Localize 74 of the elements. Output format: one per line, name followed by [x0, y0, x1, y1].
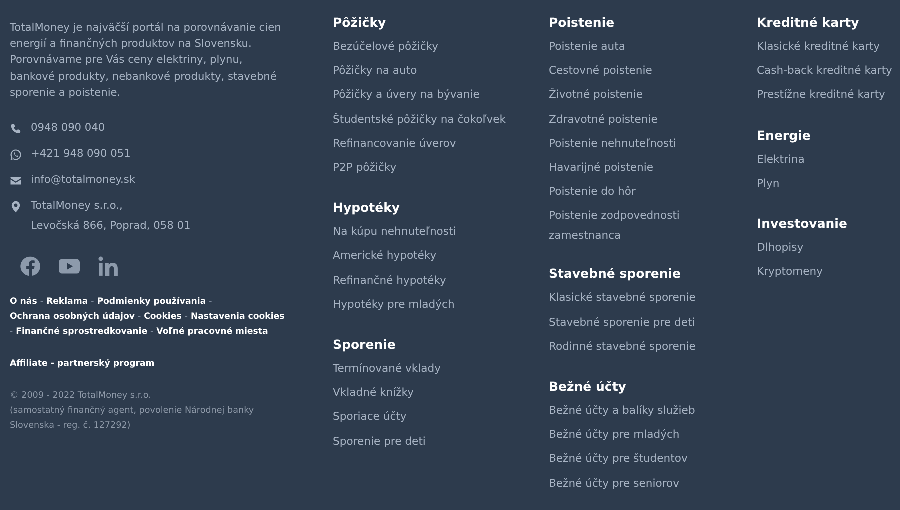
map-pin-icon [10, 201, 22, 214]
section-heading: Hypotéky [333, 200, 400, 216]
footer-link[interactable]: Sporenie pre deti [333, 430, 426, 454]
footer-link[interactable]: Poistenie do hôr [549, 180, 636, 204]
footer-link[interactable]: Poistenie auta [549, 35, 626, 60]
separator: - [184, 312, 188, 322]
footer-link[interactable]: Klasické kreditné karty [757, 35, 880, 60]
footer-link[interactable]: Pôžičky na auto [333, 59, 418, 84]
footer-link[interactable]: Bežné účty a balíky služieb [549, 399, 696, 424]
footer-link[interactable]: Cookies [144, 312, 182, 322]
contact-text[interactable]: +421 948 090 051 [31, 144, 131, 164]
footer-link[interactable]: Na kúpu nehnuteľnosti [333, 220, 456, 244]
phone-icon [10, 123, 22, 136]
footer-link[interactable]: Americké hypotéky [333, 244, 437, 269]
footer-link[interactable]: Refinancovanie úverov [333, 132, 456, 156]
separator: - [40, 297, 44, 308]
footer-link[interactable]: Bežné účty pre študentov [549, 447, 688, 472]
footer-link[interactable]: Prestížne kreditné karty [757, 83, 886, 108]
footer-link[interactable]: Nastavenia cookies [190, 312, 285, 322]
footer-link[interactable]: Sporiace účty [333, 405, 407, 430]
separator: - [91, 297, 94, 308]
section-heading: Stavebné sporenie [549, 266, 681, 282]
footer-link[interactable]: Termínované vklady [333, 357, 442, 382]
copyright-text: © 2009 - 2022 TotalMoney s.r.o. [10, 390, 152, 404]
envelope-icon [10, 175, 22, 188]
footer-link[interactable]: Finančné sprostredkovanie [16, 327, 148, 338]
section-heading: Pôžičky [333, 15, 386, 31]
footer-link[interactable]: Reklama [46, 297, 88, 308]
section-heading: Bežné účty [549, 379, 626, 396]
footer-link[interactable]: Poistenie nehnuteľnosti [549, 132, 676, 156]
contact-text: TotalMoney s.r.o., Levočská 866, Poprad, 058 01 [31, 199, 191, 234]
footer-link[interactable]: Havarijné poistenie [549, 156, 654, 180]
footer-link[interactable]: Klasické stavebné sporenie [549, 286, 696, 311]
footer-link[interactable]: O nás [10, 297, 38, 308]
footer-link[interactable]: Voľné pracovné miesta [156, 327, 268, 338]
footer-link[interactable]: Ochrana osobných údajov [10, 312, 135, 322]
footer-link[interactable]: Bezúčelové pôžičky [333, 35, 439, 60]
footer-link[interactable]: Bežné účty pre mladých [549, 423, 680, 448]
footer-link[interactable]: Plyn [757, 172, 780, 196]
footer-link[interactable]: Cash-back kreditné karty [757, 59, 892, 84]
footer-link[interactable]: Bežné účty pre seniorov [549, 472, 680, 496]
footer-link[interactable]: Hypotéky pre mladých [333, 292, 455, 318]
section-heading: Sporenie [333, 337, 396, 354]
affiliate-link[interactable]: Affiliate - partnerský program [10, 359, 155, 370]
copyright-text: (samostatný finančný agent, povolenie Národnej banky Slovenska - reg. č. 127292) [10, 405, 256, 434]
footer-link[interactable]: Rodinné stavebné sporenie [549, 334, 696, 360]
separator: - [10, 327, 14, 338]
footer-link[interactable]: Podmienky používania [97, 297, 206, 308]
email-link[interactable]: info@totalmoney.sk [31, 170, 136, 190]
footer-link[interactable]: Refinančné hypotéky [333, 268, 446, 293]
contact-text[interactable]: 0948 090 040 [31, 118, 106, 138]
chat-bubble-icon [10, 149, 22, 162]
footer-link[interactable]: Študentské pôžičky na čokoľvek [333, 108, 506, 132]
section-heading: Energie [757, 128, 811, 144]
footer-link[interactable]: Vkladné knížky [333, 381, 414, 406]
footer-link[interactable]: Životné poistenie [549, 83, 643, 108]
footer-link[interactable]: Zdravotné poistenie [549, 108, 658, 132]
section-heading: Investovanie [757, 216, 848, 232]
footer-link[interactable]: P2P pôžičky [333, 156, 397, 180]
footer-link[interactable]: Kryptomeny [757, 260, 823, 284]
footer-link[interactable]: Poistenie zodpovednosti zamestnanca [549, 206, 729, 246]
footer-link[interactable]: Stavebné sporenie pre deti [549, 310, 696, 335]
footer-link[interactable]: Elektrina [757, 148, 805, 172]
separator: - [150, 327, 154, 338]
footer-link[interactable]: Dlhopisy [757, 236, 804, 260]
separator: - [209, 297, 212, 308]
facebook-icon[interactable] [20, 256, 41, 278]
footer-link[interactable]: Pôžičky a úvery na bývanie [333, 83, 480, 108]
footer-link[interactable]: Cestovné poistenie [549, 59, 652, 84]
section-heading: Poistenie [549, 15, 615, 31]
section-heading: Kreditné karty [757, 15, 860, 31]
linkedin-icon[interactable] [98, 256, 119, 278]
about-text: TotalMoney je najväčší portál na porovnávanie cien energií a finančných produktov na Slovensku. Porovnávame pre Vás ceny elektriny, plynu, bankové produkty, nebankové produkty, stavebné sporenie a poistenie. [10, 21, 282, 101]
separator: - [138, 312, 142, 322]
